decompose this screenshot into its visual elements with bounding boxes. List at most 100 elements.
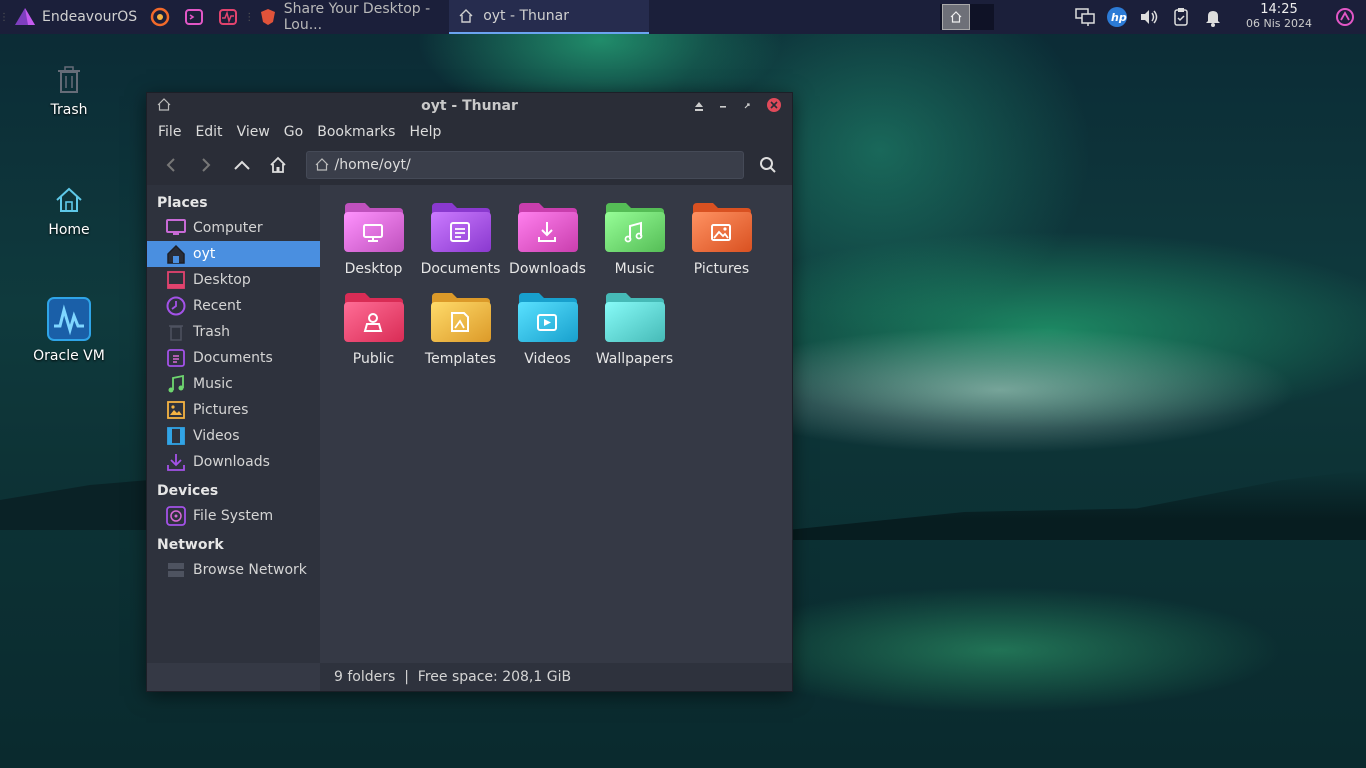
forward-button[interactable]: [191, 150, 223, 180]
task-label: oyt - Thunar: [483, 8, 569, 24]
folder-wallpapers[interactable]: Wallpapers: [591, 291, 678, 367]
desktop-icon-label: Home: [48, 222, 90, 238]
notification-bell-icon[interactable]: [1202, 6, 1224, 28]
music-icon: [165, 373, 187, 395]
folder-label: Public: [352, 351, 395, 367]
home-folder-icon: [165, 243, 187, 265]
chevron-up-icon: [234, 160, 250, 170]
sidebar-item-recent[interactable]: Recent: [147, 293, 320, 319]
videos-icon: [165, 425, 187, 447]
sidebar-item-videos[interactable]: Videos: [147, 423, 320, 449]
folder-label: Music: [614, 261, 655, 277]
task-share-desktop[interactable]: Share Your Desktop - Lou...: [253, 0, 449, 34]
home-button[interactable]: [262, 150, 294, 180]
desktop-icon-home[interactable]: Home: [24, 184, 114, 238]
sidebar-item-computer[interactable]: Computer: [147, 215, 320, 241]
folder-music[interactable]: Music: [591, 201, 678, 277]
search-button[interactable]: [752, 150, 784, 180]
sidebar-item-label: Recent: [193, 298, 242, 314]
launcher-monitor[interactable]: [211, 0, 245, 34]
chevron-right-icon: [202, 158, 211, 172]
chevron-left-icon: [166, 158, 175, 172]
desktop-icon-label: Oracle VM: [33, 348, 105, 364]
workspace-switcher[interactable]: [940, 4, 994, 30]
back-button[interactable]: [155, 150, 187, 180]
location-bar[interactable]: /home/oyt/: [305, 151, 745, 179]
folder-icon: [517, 293, 578, 342]
menu-view[interactable]: View: [230, 124, 277, 140]
clock[interactable]: 14:25 06 Nis 2024: [1246, 3, 1312, 31]
menu-file[interactable]: File: [151, 124, 188, 140]
folder-templates[interactable]: Templates: [417, 291, 504, 367]
menu-bookmarks[interactable]: Bookmarks: [310, 124, 402, 140]
sidebar-item-file-system[interactable]: File System: [147, 503, 320, 529]
sidebar-item-downloads[interactable]: Downloads: [147, 449, 320, 475]
network-wired-icon[interactable]: [1074, 6, 1096, 28]
minimize-button[interactable]: [718, 99, 728, 115]
folder-downloads[interactable]: Downloads: [504, 201, 591, 277]
sidebar-item-pictures[interactable]: Pictures: [147, 397, 320, 423]
thunar-window: oyt - Thunar File Edit View Go Bookmarks…: [146, 92, 793, 692]
drive-icon: [165, 505, 187, 527]
home-icon: [455, 5, 477, 27]
folder-public[interactable]: Public: [330, 291, 417, 367]
maximize-button[interactable]: [742, 99, 752, 115]
search-icon: [760, 157, 776, 173]
sidebar-item-label: Music: [193, 376, 233, 392]
sidebar-item-music[interactable]: Music: [147, 371, 320, 397]
menu-edit[interactable]: Edit: [188, 124, 229, 140]
folder-label: Wallpapers: [595, 351, 674, 367]
window-title: oyt - Thunar: [421, 98, 518, 114]
folder-label: Downloads: [509, 261, 586, 277]
task-thunar[interactable]: oyt - Thunar: [449, 0, 650, 34]
menu-help[interactable]: Help: [402, 124, 448, 140]
parent-folder-button[interactable]: [226, 150, 258, 180]
sidebar-item-trash[interactable]: Trash: [147, 319, 320, 345]
clipboard-icon[interactable]: [1170, 6, 1192, 28]
clock-time: 14:25: [1260, 2, 1298, 17]
status-bar: 9 folders | Free space: 208,1 GiB: [320, 663, 792, 691]
status-text: 9 folders | Free space: 208,1 GiB: [334, 669, 572, 685]
sidebar-item-label: oyt: [193, 246, 216, 262]
location-path: /home/oyt/: [334, 157, 411, 173]
sidebar-item-browse-network[interactable]: Browse Network: [147, 557, 320, 583]
folder-icon: [517, 203, 578, 252]
system-tray: hp 14:25 06 Nis 2024: [1074, 0, 1366, 34]
desktop-icon-trash[interactable]: Trash: [24, 64, 114, 118]
file-view[interactable]: Desktop Documents Downloads Music Pictures Pu…: [320, 185, 792, 663]
workspace-1[interactable]: [942, 4, 970, 30]
desktop-icon-oracle-vm[interactable]: Oracle VM: [24, 296, 114, 364]
clock-icon: [165, 295, 187, 317]
pictures-icon: [165, 399, 187, 421]
folder-videos[interactable]: Videos: [504, 291, 591, 367]
session-menu-icon[interactable]: [1334, 6, 1356, 28]
sidebar-item-oyt[interactable]: oyt: [147, 241, 320, 267]
taskbar: ⋮ EndeavourOS ⋮ Share Your Desktop - Lou…: [0, 0, 1366, 34]
launcher-brave[interactable]: [143, 0, 177, 34]
home-icon: [56, 187, 82, 212]
eject-icon[interactable]: [694, 99, 704, 115]
close-button[interactable]: [766, 97, 782, 117]
sidebar-item-label: Pictures: [193, 402, 249, 418]
sidebar-item-documents[interactable]: Documents: [147, 345, 320, 371]
folder-documents[interactable]: Documents: [417, 201, 504, 277]
window-titlebar[interactable]: oyt - Thunar: [147, 93, 792, 119]
trash-icon: [58, 66, 80, 93]
sidebar-item-desktop[interactable]: Desktop: [147, 267, 320, 293]
sidebar-section-places: Places: [157, 195, 208, 211]
taskbar-grip[interactable]: ⋮: [0, 0, 9, 34]
endeavouros-logo-icon: [14, 6, 36, 28]
clock-date: 06 Nis 2024: [1246, 17, 1312, 30]
trash-icon: [165, 321, 187, 343]
toolbar: /home/oyt/: [147, 145, 792, 185]
hp-printer-icon[interactable]: hp: [1106, 6, 1128, 28]
folder-icon: [604, 203, 665, 252]
folder-desktop[interactable]: Desktop: [330, 201, 417, 277]
launcher-terminal[interactable]: [177, 0, 211, 34]
menu-go[interactable]: Go: [277, 124, 310, 140]
folder-label: Documents: [420, 261, 501, 277]
volume-icon[interactable]: [1138, 6, 1160, 28]
folder-pictures[interactable]: Pictures: [678, 201, 765, 277]
brave-browser-icon: [149, 6, 171, 28]
app-menu-button[interactable]: EndeavourOS: [8, 0, 143, 34]
